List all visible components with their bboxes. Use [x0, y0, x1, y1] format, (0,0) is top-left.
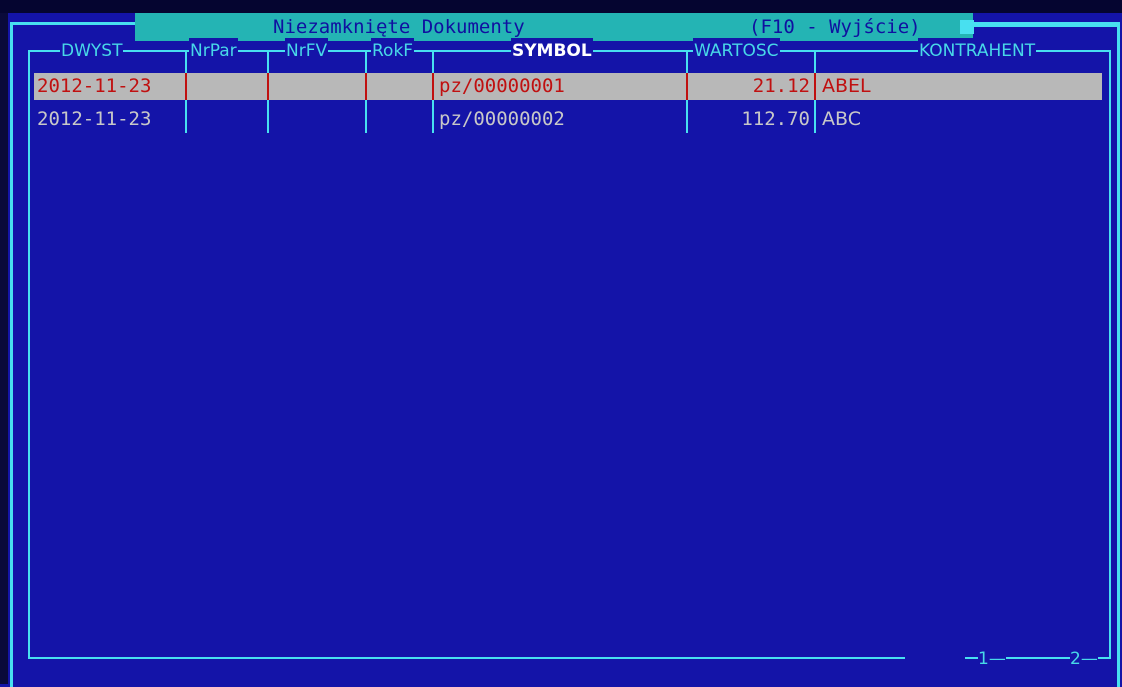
column-header-symbol[interactable]: SYMBOL — [511, 38, 593, 64]
row-divider — [267, 73, 269, 100]
cell-symbol: pz/00000001 — [439, 75, 565, 97]
cell-kontrahent: ABEL — [822, 75, 871, 97]
screen-left-edge — [0, 13, 8, 684]
cell-dwyst: 2012-11-23 — [37, 75, 152, 97]
column-header-nrpar[interactable]: NrPar — [189, 38, 238, 64]
table-frame — [28, 50, 1111, 659]
cell-kontrahent: ABC — [822, 108, 861, 130]
column-header-nrfv[interactable]: NrFV — [285, 38, 329, 64]
column-header-rokf[interactable]: RokF — [371, 38, 415, 64]
title-bar-tail — [974, 24, 1120, 27]
page-marker-1[interactable]: 1— — [978, 646, 1006, 672]
cell-wartosc: 112.70 — [741, 108, 810, 130]
cursor-block — [960, 20, 974, 34]
row-divider — [814, 73, 816, 100]
cell-symbol: pz/00000002 — [439, 108, 565, 130]
screen-top-edge — [0, 0, 1122, 13]
page-marker-2-label: 2 — [1070, 649, 1081, 669]
row-divider — [185, 73, 187, 100]
column-header-wartosc[interactable]: WARTOSC — [693, 38, 780, 64]
cell-wartosc: 21.12 — [752, 75, 810, 97]
table-row[interactable]: 2012-11-23 pz/00000002 112.70 ABC — [34, 106, 1102, 133]
window-title: Niezamknięte Dokumenty — [273, 16, 525, 38]
row-divider — [686, 73, 688, 100]
cell-dwyst: 2012-11-23 — [37, 108, 152, 130]
column-header-kontrahent[interactable]: KONTRAHENT — [918, 38, 1037, 64]
page-marker-1-label: 1 — [978, 649, 989, 669]
frame-gap — [905, 656, 965, 660]
page-marker-2[interactable]: 2— — [1070, 646, 1098, 672]
column-header-dwyst[interactable]: DWYST — [60, 38, 124, 64]
exit-hint[interactable]: (F10 - Wyjście) — [749, 14, 921, 40]
row-divider — [432, 73, 434, 100]
row-divider — [365, 73, 367, 100]
table-row[interactable]: 2012-11-23 pz/00000001 21.12 ABEL — [34, 73, 1102, 100]
